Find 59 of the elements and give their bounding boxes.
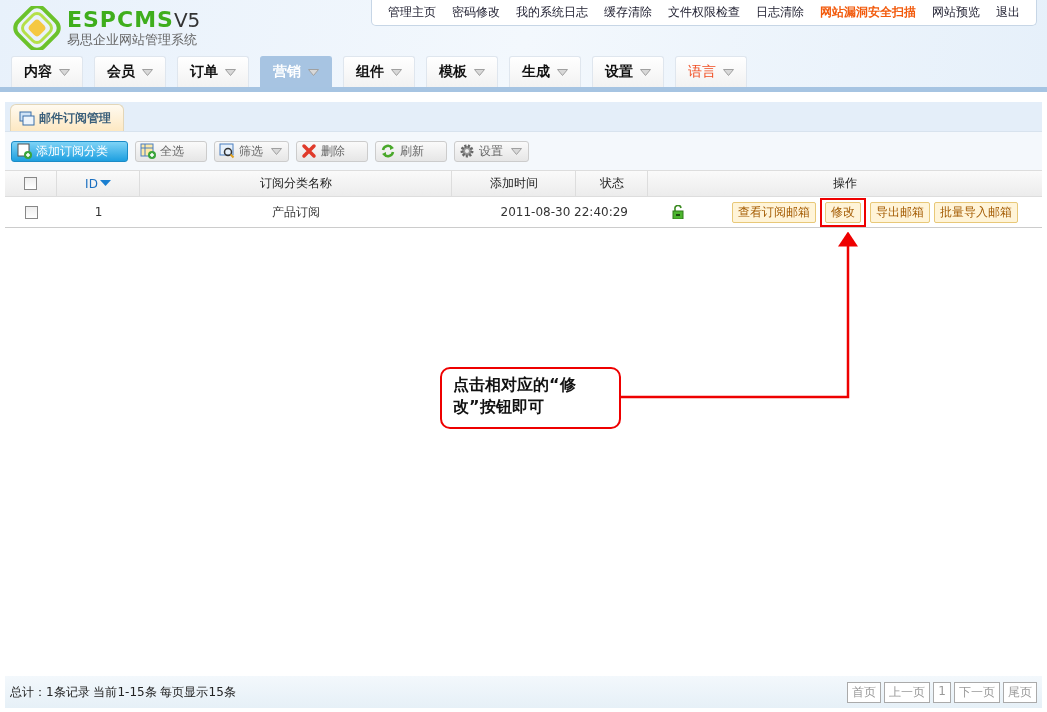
action-button[interactable]: 批量导入邮箱 [934, 201, 1018, 223]
caret-icon [557, 68, 568, 76]
toolbar-button[interactable]: 筛选 [214, 140, 289, 162]
caret-icon [225, 68, 236, 76]
nav-tab[interactable]: 设置 [592, 56, 664, 87]
grid-add-icon [140, 143, 156, 159]
column-header[interactable]: 状态 [599, 175, 624, 192]
checkbox[interactable] [24, 205, 38, 219]
brand-name: ESPCMS [67, 8, 174, 32]
nav-tab[interactable]: 组件 [343, 56, 415, 87]
caret-icon [308, 68, 319, 76]
record-summary: 总计：1条记录 当前1-15条 每页显示15条 [10, 683, 236, 701]
column-header[interactable]: 添加时间 [489, 175, 538, 192]
caret-icon [142, 68, 153, 76]
window-icon [19, 110, 35, 126]
top-link[interactable]: 网站预览 [924, 4, 988, 21]
magnifier-icon [219, 143, 235, 159]
top-link[interactable]: 我的系统日志 [508, 4, 596, 21]
column-header[interactable]: 订阅分类名称 [259, 175, 332, 192]
logo-icon [10, 6, 64, 50]
caret-icon [391, 68, 402, 76]
top-link[interactable]: 缓存清除 [596, 4, 660, 21]
column-header[interactable]: 操作 [833, 175, 857, 192]
nav-tab[interactable]: 模板 [426, 56, 498, 87]
top-link[interactable]: 退出 [988, 4, 1028, 21]
caret-icon [474, 68, 485, 76]
add-document-icon [16, 143, 32, 159]
settings-icon [459, 143, 475, 159]
top-link[interactable]: 密码修改 [444, 4, 508, 21]
nav-tab[interactable]: 语言 [675, 56, 747, 87]
toolbar-button[interactable]: 刷新 [375, 140, 447, 162]
action-button[interactable]: 修改 [825, 201, 861, 223]
nav-tab[interactable]: 会员 [94, 56, 166, 87]
panel-tab[interactable]: 邮件订阅管理 [10, 104, 124, 131]
top-link[interactable]: 网站漏洞安全扫描 [812, 4, 924, 21]
nav-tab[interactable]: 内容 [11, 56, 83, 87]
refresh-icon [380, 143, 396, 159]
toolbar-button[interactable]: 删除 [296, 140, 368, 162]
top-link[interactable]: 文件权限检查 [660, 4, 748, 21]
table-cell: 1 [94, 205, 103, 219]
logo-subtitle: 易思企业网站管理系统 [67, 32, 198, 48]
column-header[interactable]: ID [85, 176, 98, 191]
table-cell: 2011-08-30 22:40:29 [500, 205, 628, 219]
nav-tab[interactable]: 订单 [177, 56, 249, 87]
table-cell: 产品订阅 [272, 203, 320, 221]
delete-icon [301, 143, 317, 159]
version-label: V5 [173, 8, 201, 32]
toolbar-button[interactable]: 全选 [135, 140, 207, 162]
caret-icon [640, 68, 651, 76]
caret-icon [59, 68, 70, 76]
action-button[interactable]: 导出邮箱 [870, 201, 930, 223]
toolbar-button[interactable]: 设置 [454, 140, 529, 162]
nav-tab[interactable]: 生成 [509, 56, 581, 87]
checkbox[interactable] [24, 177, 37, 190]
caret-icon [723, 68, 734, 76]
top-link[interactable]: 日志清除 [748, 4, 812, 21]
action-button[interactable]: 查看订阅邮箱 [732, 201, 816, 223]
callout-note: 点击相对应的“修改”按钮即可 [440, 367, 621, 429]
top-link[interactable]: 管理主页 [380, 4, 444, 21]
